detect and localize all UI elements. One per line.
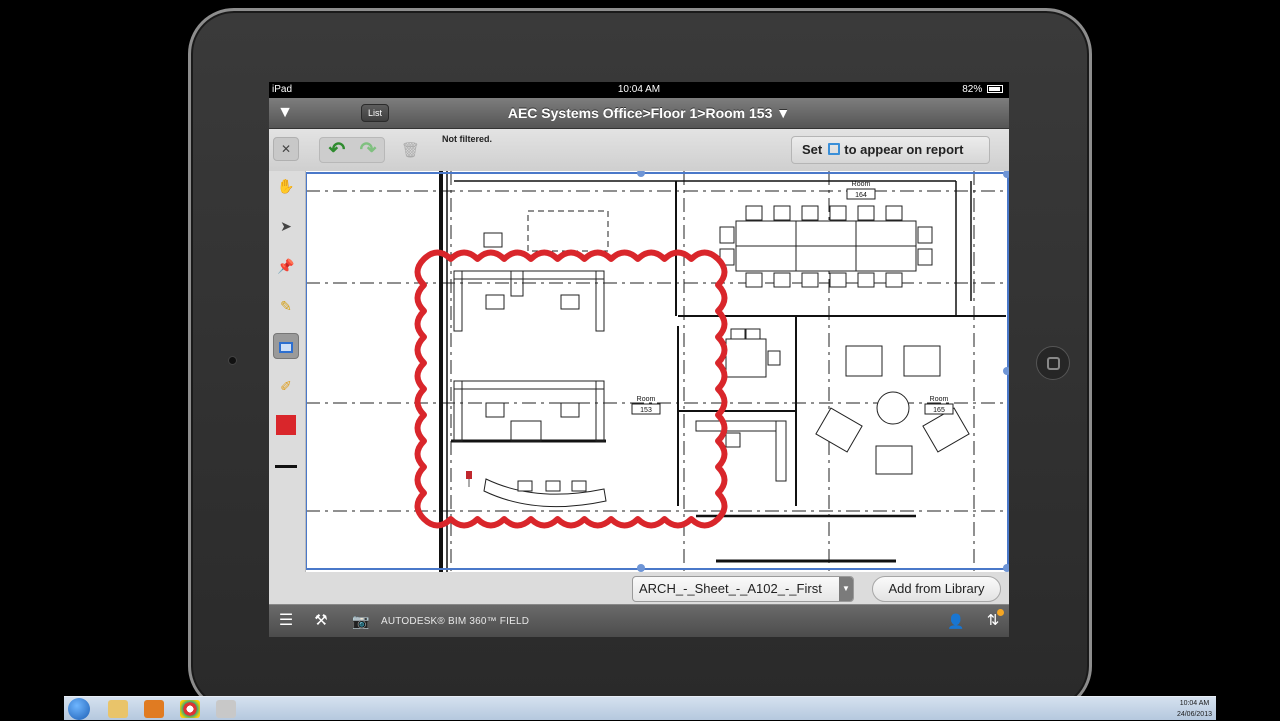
filter-status: Not filtered. (442, 134, 493, 144)
meeting-furniture (695, 328, 787, 482)
user-icon[interactable]: 👤 (947, 611, 965, 631)
tray-date: 24/06/2013 (1176, 711, 1212, 718)
menu-icon[interactable]: ☰ (277, 611, 295, 631)
hand-tool-icon[interactable]: ✋ (273, 173, 299, 199)
battery-status: 82% (962, 82, 1003, 98)
nav-bar: ▼ List AEC Systems Office>Floor 1>Room 1… (269, 98, 1009, 129)
sync-badge (997, 609, 1004, 616)
set-report-area-button[interactable]: Set to appear on report (791, 136, 990, 164)
list-button[interactable]: List (361, 104, 389, 122)
pencil-tool-icon[interactable]: ✎ (273, 293, 299, 319)
add-from-library-button[interactable]: Add from Library (872, 576, 1001, 602)
battery-percent: 82% (962, 84, 983, 95)
brand-label: AUTODESK® BIM 360™ FIELD (381, 616, 530, 627)
tray-time: 10:04 AM (1179, 700, 1210, 707)
select-tool-icon[interactable]: ➤ (273, 213, 299, 239)
rectangle-tool-icon[interactable] (273, 333, 299, 359)
bottom-bar: ☰ ⚒ 📷 AUTODESK® BIM 360™ FIELD 👤 ⇅ (269, 604, 1009, 637)
system-tray: 10:04 AM 24/06/2013 (1177, 697, 1212, 721)
room-164-label: Room (852, 181, 871, 188)
windows-taskbar: 10:04 AM 24/06/2013 (64, 696, 1216, 720)
undo-redo-group: ↶ ↷ (319, 137, 385, 163)
filter-icon[interactable]: ▼ (277, 104, 293, 122)
trash-icon[interactable]: 🗑 (401, 142, 420, 160)
chrome-icon[interactable] (180, 700, 200, 718)
status-time: 10:04 AM (617, 84, 661, 95)
room-153-label: Room (637, 396, 656, 403)
home-button[interactable] (1036, 346, 1070, 380)
battery-icon (987, 85, 1003, 93)
drawing-canvas[interactable]: Room 164 Room 153 Room 165 (305, 171, 1009, 572)
app-screen: iPad 10:04 AM 82% ▼ List AEC Systems Off… (269, 82, 1009, 637)
desktop: iPad 10:04 AM 82% ▼ List AEC Systems Off… (0, 0, 1280, 720)
sheet-selected: ARCH_-_Sheet_-_A102_-_First (639, 581, 822, 596)
set-label: Set (802, 142, 823, 157)
conference-table (735, 220, 917, 272)
explorer-icon[interactable] (108, 700, 128, 718)
room-153-number: 153 (640, 407, 652, 414)
markup-toolbar: ✕ ↶ ↷ 🗑 Not filtered. Set to appear on re… (269, 129, 1009, 171)
pin-marker[interactable] (466, 471, 472, 487)
highlighter-tool-icon[interactable]: ✐ (273, 373, 299, 399)
color-swatch[interactable] (273, 413, 299, 439)
app-icon[interactable] (216, 700, 236, 718)
pin-tool-icon[interactable]: 📌 (273, 253, 299, 279)
camera-dot (228, 356, 237, 365)
room-165-number: 165 (933, 407, 945, 414)
room-165-label: Room (930, 396, 949, 403)
close-markup-button[interactable]: ✕ (273, 137, 299, 161)
location-title[interactable]: AEC Systems Office>Floor 1>Room 153 ▼ (449, 98, 849, 129)
chevron-down-icon: ▼ (839, 577, 853, 601)
camera-icon[interactable]: 📷 (351, 611, 371, 631)
redo-icon[interactable]: ↷ (354, 140, 382, 160)
line-weight-icon[interactable] (273, 453, 299, 479)
room-164-number: 164 (855, 192, 867, 199)
workstations (453, 210, 609, 442)
tool-palette: ✋ ➤ 📌 ✎ ✐ (269, 171, 305, 604)
start-button[interactable] (68, 698, 90, 720)
sheet-row: ARCH_-_Sheet_-_A102_-_First ▼ Add from L… (269, 572, 1009, 604)
report-label: to appear on report (844, 142, 964, 157)
outlook-icon[interactable] (144, 700, 164, 718)
status-bar: iPad 10:04 AM 82% (269, 82, 1009, 98)
training-table (483, 478, 607, 508)
undo-icon[interactable]: ↶ (323, 140, 351, 160)
room-tags: Room 164 Room 153 Room 165 (631, 181, 954, 415)
floor-plan: Room 164 Room 153 Room 165 (306, 171, 1009, 572)
sheet-select[interactable]: ARCH_-_Sheet_-_A102_-_First ▼ (632, 576, 854, 602)
report-area-icon (828, 143, 841, 155)
tools-icon[interactable]: ⚒ (312, 611, 330, 631)
